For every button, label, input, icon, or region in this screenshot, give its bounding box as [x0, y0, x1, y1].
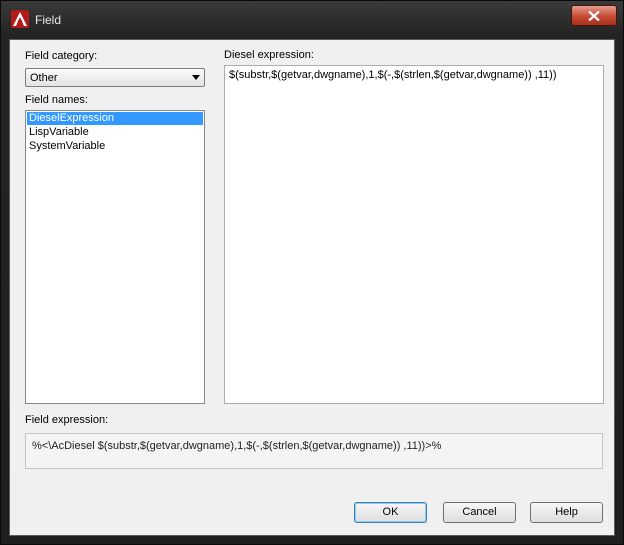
list-item-diesel-expression[interactable]: DieselExpression: [27, 112, 203, 125]
field-dialog: Field Field category: Other Field names:…: [0, 0, 624, 545]
help-button[interactable]: Help: [530, 502, 603, 523]
window-title: Field: [35, 13, 62, 27]
field-names-label: Field names:: [25, 94, 88, 106]
chevron-down-icon: [192, 75, 200, 80]
cancel-button[interactable]: Cancel: [443, 502, 516, 523]
field-expression-output: %<\AcDiesel $(substr,$(getvar,dwgname),1…: [25, 433, 603, 469]
field-category-value: Other: [30, 72, 58, 84]
field-names-list[interactable]: DieselExpression LispVariable SystemVari…: [25, 110, 205, 404]
field-category-label: Field category:: [25, 50, 98, 62]
ok-button[interactable]: OK: [354, 502, 427, 523]
list-item-lisp-variable[interactable]: LispVariable: [27, 126, 203, 139]
close-icon: [588, 11, 600, 21]
diesel-expression-input[interactable]: $(substr,$(getvar,dwgname),1,$(-,$(strle…: [224, 65, 604, 404]
close-button[interactable]: [571, 5, 617, 26]
autocad-logo-icon: [11, 10, 29, 28]
title-bar[interactable]: Field: [1, 1, 623, 39]
field-expression-label: Field expression:: [25, 414, 109, 426]
field-category-dropdown[interactable]: Other: [25, 68, 205, 87]
dialog-body: Field category: Other Field names: Diese…: [9, 39, 615, 536]
diesel-expression-label: Diesel expression:: [224, 49, 314, 61]
list-item-system-variable[interactable]: SystemVariable: [27, 140, 203, 153]
